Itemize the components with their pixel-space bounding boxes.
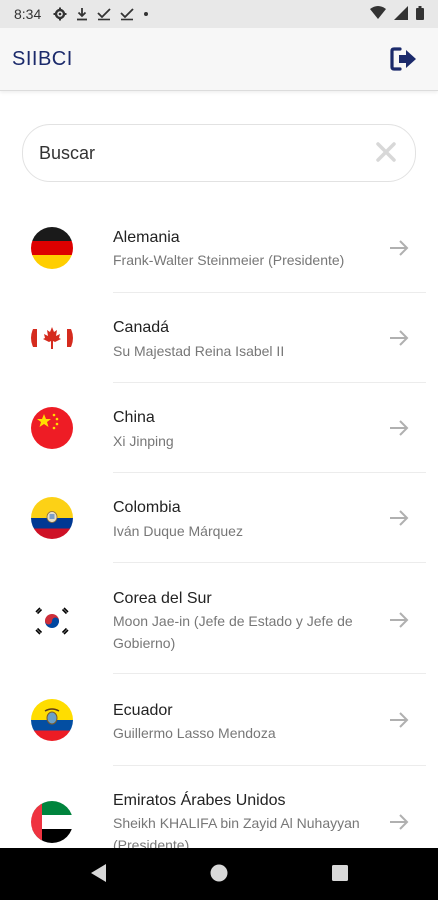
logout-icon — [390, 47, 416, 71]
app-title: SIIBCI — [12, 48, 73, 70]
back-triangle-icon — [91, 864, 106, 882]
country-list: Alemania Frank-Walter Steinmeier (Presid… — [0, 200, 438, 848]
uae-flag-icon — [31, 801, 73, 843]
list-item[interactable]: Ecuador Guillermo Lasso Mendoza — [0, 674, 438, 766]
arrow-right-icon — [390, 612, 409, 628]
battery-icon — [416, 6, 424, 23]
search-input[interactable] — [37, 137, 361, 169]
country-leader: Moon Jae-in (Jefe de Estado y Jefe de Go… — [113, 613, 353, 651]
home-button[interactable] — [209, 862, 229, 889]
south-korea-flag-icon — [31, 600, 73, 642]
notification-dot-icon — [143, 11, 149, 17]
arrow-right-icon — [390, 240, 409, 256]
home-circle-icon — [210, 864, 228, 882]
colombia-flag-icon — [31, 497, 73, 539]
settings-icon — [53, 7, 67, 21]
list-item[interactable]: China Xi Jinping — [0, 383, 438, 473]
country-name: Colombia — [113, 499, 181, 516]
country-name: Alemania — [113, 229, 180, 246]
canada-flag-icon — [31, 317, 73, 359]
country-leader: Guillermo Lasso Mendoza — [113, 725, 276, 741]
country-name: Canadá — [113, 319, 170, 336]
country-leader: Sheikh KHALIFA bin Zayid Al Nuhayyan (Pr… — [113, 815, 360, 848]
list-item[interactable]: Alemania Frank-Walter Steinmeier (Presid… — [0, 200, 438, 293]
back-button[interactable] — [88, 862, 108, 889]
arrow-right-icon — [390, 330, 409, 346]
country-leader: Xi Jinping — [113, 433, 174, 449]
ecuador-flag-icon — [31, 699, 73, 741]
signal-icon — [394, 6, 408, 23]
app-bar: SIIBCI — [0, 28, 438, 91]
country-leader: Frank-Walter Steinmeier (Presidente) — [113, 252, 345, 268]
status-time: 8:34 — [14, 6, 42, 22]
list-item[interactable]: Colombia Iván Duque Márquez — [0, 473, 438, 563]
download-icon — [76, 7, 88, 21]
arrow-right-icon — [390, 420, 409, 436]
country-name: Ecuador — [113, 702, 173, 719]
country-name: Emiratos Árabes Unidos — [113, 792, 286, 809]
logout-button[interactable] — [390, 46, 418, 72]
close-icon — [376, 142, 396, 162]
check-icon — [120, 7, 134, 21]
country-name: Corea del Sur — [113, 590, 212, 607]
country-leader: Iván Duque Márquez — [113, 523, 243, 539]
navigation-bar — [0, 848, 438, 900]
check-icon — [97, 7, 111, 21]
status-bar: 8:34 — [0, 0, 438, 28]
list-item[interactable]: Canadá Su Majestad Reina Isabel II — [0, 293, 438, 383]
clear-search-button[interactable] — [375, 141, 397, 163]
arrow-right-icon — [390, 510, 409, 526]
arrow-right-icon — [390, 712, 409, 728]
list-item[interactable]: Corea del Sur Moon Jae-in (Jefe de Estad… — [0, 563, 438, 674]
china-flag-icon — [31, 407, 73, 449]
recents-button[interactable] — [330, 862, 350, 889]
arrow-right-icon — [390, 814, 409, 830]
recents-square-icon — [332, 865, 348, 881]
wifi-icon — [370, 6, 386, 23]
country-name: China — [113, 409, 155, 426]
germany-flag-icon — [31, 227, 73, 269]
search-bar — [22, 124, 416, 182]
country-leader: Su Majestad Reina Isabel II — [113, 343, 285, 359]
list-item[interactable]: Emiratos Árabes Unidos Sheikh KHALIFA bi… — [0, 766, 438, 848]
